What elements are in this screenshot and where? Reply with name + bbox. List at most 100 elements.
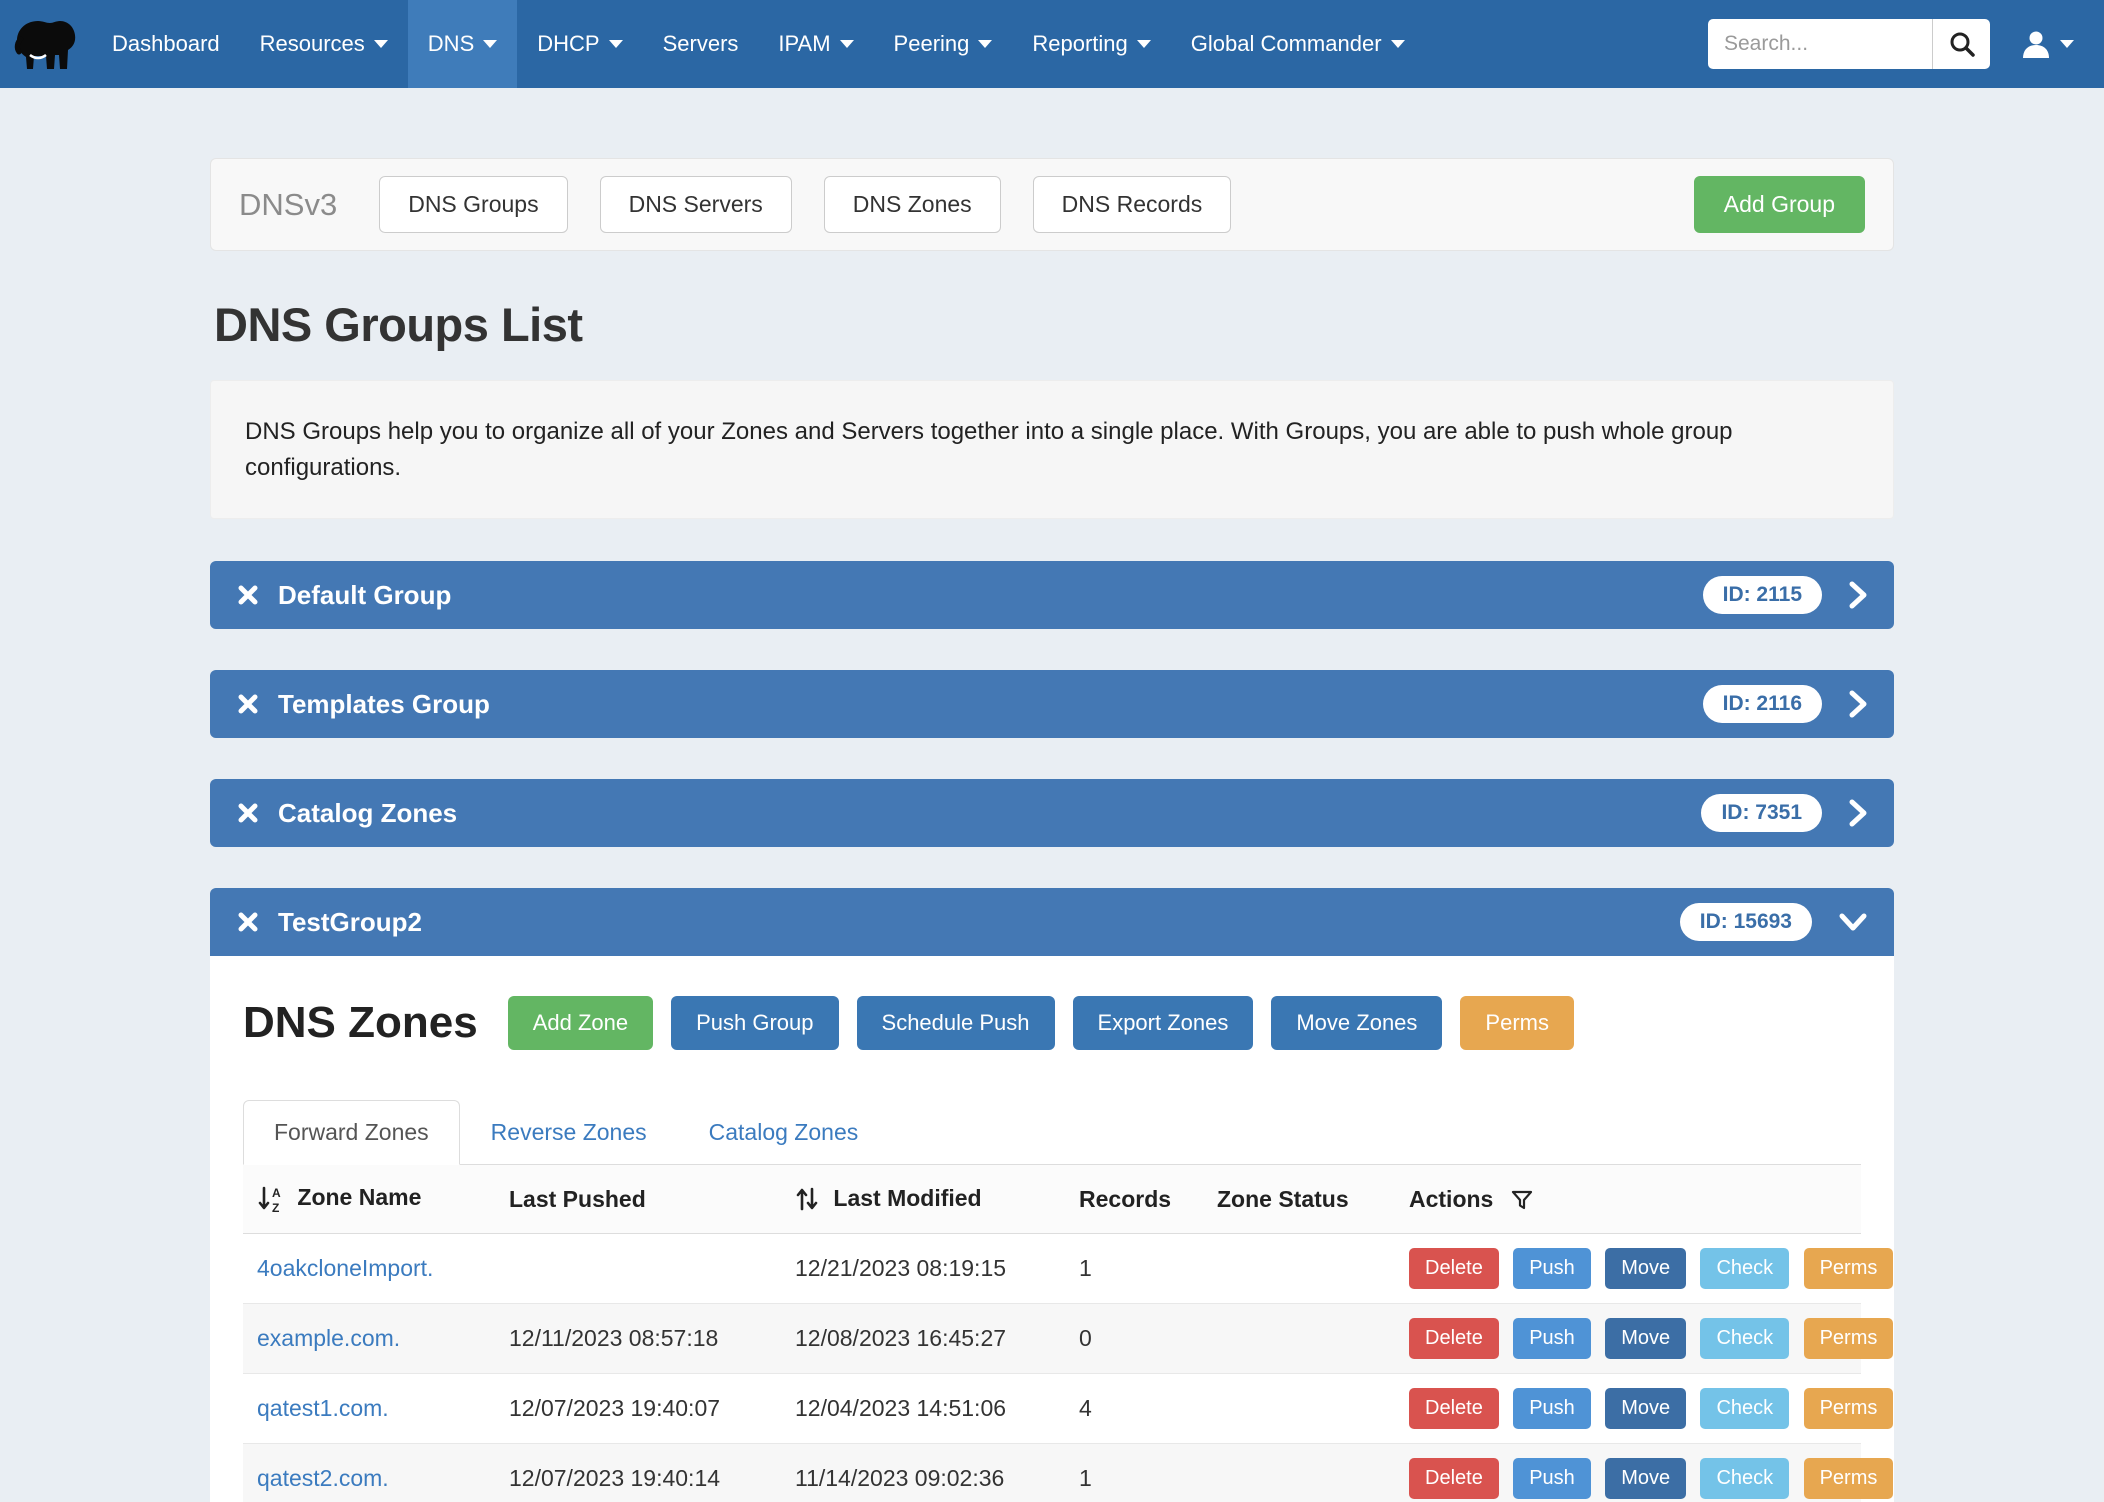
nav-item-ipam[interactable]: IPAM — [758, 0, 873, 88]
groups-description: DNS Groups help you to organize all of y… — [210, 380, 1894, 519]
user-icon — [2020, 28, 2052, 60]
push-zone-button[interactable]: Push — [1513, 1388, 1591, 1429]
zone-name-link[interactable]: qatest1.com. — [257, 1395, 389, 1421]
caret-down-icon — [840, 40, 854, 48]
nav-item-dns[interactable]: DNS — [408, 0, 517, 88]
nav-item-dashboard[interactable]: Dashboard — [92, 0, 240, 88]
chevron-right-icon[interactable] — [1848, 580, 1868, 610]
check-zone-button[interactable]: Check — [1700, 1248, 1789, 1289]
dns-groups-button[interactable]: DNS Groups — [379, 176, 567, 233]
group-expanded-testgroup2: TestGroup2 ID: 15693 DNS Zones Add Zone … — [210, 888, 1894, 1502]
perms-zone-button[interactable]: Perms — [1804, 1388, 1894, 1429]
schedule-push-button[interactable]: Schedule Push — [857, 996, 1055, 1050]
check-zone-button[interactable]: Check — [1700, 1318, 1789, 1359]
group-row-templates-group[interactable]: Templates Group ID: 2116 — [210, 670, 1894, 738]
caret-down-icon — [1137, 40, 1151, 48]
zones-panel: DNS Zones Add Zone Push Group Schedule P… — [210, 956, 1894, 1502]
search-group — [1708, 19, 1990, 69]
group-name: TestGroup2 — [278, 907, 422, 938]
group-row-catalog-zones[interactable]: Catalog Zones ID: 7351 — [210, 779, 1894, 847]
user-menu[interactable] — [2020, 28, 2074, 60]
records-count: 1 — [1079, 1255, 1092, 1281]
column-header-zone-status[interactable]: Zone Status — [1217, 1186, 1349, 1212]
add-zone-button[interactable]: Add Zone — [508, 996, 653, 1050]
dns-toolbar: DNSv3 DNS Groups DNS Servers DNS Zones D… — [210, 158, 1894, 251]
move-zone-button[interactable]: Move — [1605, 1318, 1686, 1359]
zone-table-row: qatest2.com. 12/07/2023 19:40:14 11/14/2… — [243, 1444, 1861, 1502]
tab-reverse-zones[interactable]: Reverse Zones — [460, 1100, 678, 1165]
perms-button[interactable]: Perms — [1460, 996, 1574, 1050]
zone-name-link[interactable]: qatest2.com. — [257, 1465, 389, 1491]
search-input[interactable] — [1708, 19, 1932, 69]
check-zone-button[interactable]: Check — [1700, 1388, 1789, 1429]
group-row-default-group[interactable]: Default Group ID: 2115 — [210, 561, 1894, 629]
column-header-last-pushed[interactable]: Last Pushed — [509, 1186, 646, 1212]
delete-zone-button[interactable]: Delete — [1409, 1388, 1499, 1429]
group-name: Default Group — [278, 580, 451, 611]
zones-table: A Z Zone Name Last Pushed — [243, 1165, 1861, 1502]
records-count: 4 — [1079, 1395, 1092, 1421]
column-header-zone-name[interactable]: Zone Name — [297, 1184, 421, 1210]
app-logo[interactable] — [0, 0, 92, 88]
sort-icon[interactable] — [795, 1185, 819, 1213]
caret-down-icon — [483, 40, 497, 48]
zones-tabs: Forward Zones Reverse Zones Catalog Zone… — [243, 1100, 1861, 1165]
dnsv3-brand: DNSv3 — [239, 187, 337, 223]
move-zone-button[interactable]: Move — [1605, 1458, 1686, 1499]
perms-zone-button[interactable]: Perms — [1804, 1458, 1894, 1499]
page-title: DNS Groups List — [214, 297, 1894, 352]
delete-zone-button[interactable]: Delete — [1409, 1248, 1499, 1289]
last-modified-value: 11/14/2023 09:02:36 — [795, 1465, 1004, 1491]
remove-group-icon[interactable] — [236, 692, 260, 716]
column-header-records[interactable]: Records — [1079, 1186, 1171, 1212]
nav-item-reporting[interactable]: Reporting — [1012, 0, 1170, 88]
perms-zone-button[interactable]: Perms — [1804, 1248, 1894, 1289]
nav-item-resources[interactable]: Resources — [240, 0, 408, 88]
group-name: Templates Group — [278, 689, 490, 720]
chevron-right-icon[interactable] — [1848, 689, 1868, 719]
remove-group-icon[interactable] — [236, 910, 260, 934]
nav-item-servers[interactable]: Servers — [643, 0, 759, 88]
last-modified-value: 12/21/2023 08:19:15 — [795, 1255, 1006, 1281]
chevron-down-icon[interactable] — [1838, 912, 1868, 932]
check-zone-button[interactable]: Check — [1700, 1458, 1789, 1499]
group-id-badge: ID: 2116 — [1703, 685, 1822, 723]
sort-alpha-icon[interactable]: A Z — [257, 1184, 283, 1214]
dns-servers-button[interactable]: DNS Servers — [600, 176, 792, 233]
column-header-last-modified[interactable]: Last Modified — [833, 1185, 981, 1211]
push-zone-button[interactable]: Push — [1513, 1458, 1591, 1499]
top-navbar: Dashboard Resources DNS DHCP Servers IPA… — [0, 0, 2104, 88]
tab-forward-zones[interactable]: Forward Zones — [243, 1100, 460, 1165]
move-zones-button[interactable]: Move Zones — [1271, 996, 1442, 1050]
zone-name-link[interactable]: 4oakcloneImport. — [257, 1255, 433, 1281]
svg-text:A: A — [272, 1186, 281, 1200]
move-zone-button[interactable]: Move — [1605, 1248, 1686, 1289]
chevron-right-icon[interactable] — [1848, 798, 1868, 828]
zone-table-row: example.com. 12/11/2023 08:57:18 12/08/2… — [243, 1304, 1861, 1374]
dns-zones-button[interactable]: DNS Zones — [824, 176, 1001, 233]
nav-item-global-commander[interactable]: Global Commander — [1171, 0, 1425, 88]
nav-item-label: Servers — [663, 31, 739, 57]
export-zones-button[interactable]: Export Zones — [1073, 996, 1254, 1050]
remove-group-icon[interactable] — [236, 801, 260, 825]
push-group-button[interactable]: Push Group — [671, 996, 838, 1050]
nav-item-peering[interactable]: Peering — [874, 0, 1013, 88]
delete-zone-button[interactable]: Delete — [1409, 1458, 1499, 1499]
push-zone-button[interactable]: Push — [1513, 1248, 1591, 1289]
zone-name-link[interactable]: example.com. — [257, 1325, 400, 1351]
delete-zone-button[interactable]: Delete — [1409, 1318, 1499, 1359]
nav-item-label: Dashboard — [112, 31, 220, 57]
remove-group-icon[interactable] — [236, 583, 260, 607]
filter-icon[interactable] — [1510, 1188, 1534, 1212]
push-zone-button[interactable]: Push — [1513, 1318, 1591, 1359]
add-group-button[interactable]: Add Group — [1694, 176, 1865, 233]
nav-item-dhcp[interactable]: DHCP — [517, 0, 642, 88]
search-button[interactable] — [1932, 19, 1990, 69]
perms-zone-button[interactable]: Perms — [1804, 1318, 1894, 1359]
group-row-testgroup2[interactable]: TestGroup2 ID: 15693 — [210, 888, 1894, 956]
column-header-actions: Actions — [1409, 1186, 1493, 1212]
group-id-badge: ID: 2115 — [1703, 576, 1822, 614]
tab-catalog-zones[interactable]: Catalog Zones — [678, 1100, 890, 1165]
dns-records-button[interactable]: DNS Records — [1033, 176, 1232, 233]
move-zone-button[interactable]: Move — [1605, 1388, 1686, 1429]
